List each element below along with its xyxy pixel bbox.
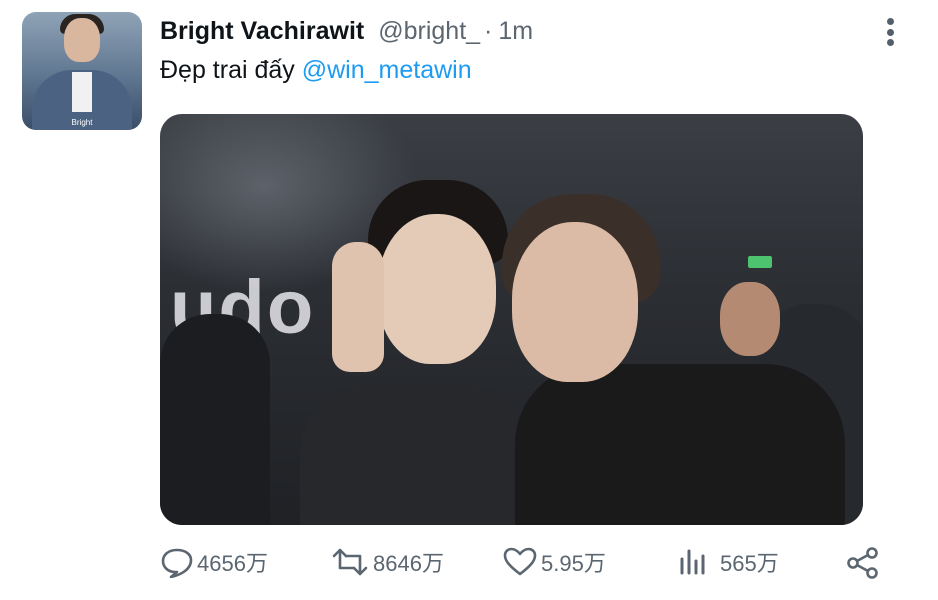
reply-button[interactable]: 4656万: [160, 546, 268, 578]
reply-count: 4656万: [197, 551, 268, 576]
author-avatar[interactable]: Bright: [22, 12, 142, 130]
tweet-photo[interactable]: udo: [160, 114, 863, 525]
author-handle[interactable]: @bright_: [378, 17, 480, 46]
exit-sign: [748, 256, 772, 268]
views-button[interactable]: 565万: [678, 546, 779, 578]
avatar-head: [64, 18, 100, 62]
like-count: 5.95万: [541, 551, 606, 576]
menu-dot: [886, 18, 894, 25]
heart-icon: [502, 546, 538, 578]
tweet-header: Bright Vachirawit @bright_ · 1m: [160, 17, 533, 47]
mention-link[interactable]: @win_metawin: [302, 56, 472, 84]
person-left-face: [378, 214, 496, 364]
person-left-body: [300, 384, 530, 525]
person-right-body: [515, 364, 845, 525]
like-button[interactable]: 5.95万: [502, 546, 606, 578]
avatar-shirt: [72, 72, 92, 112]
tweet-text: Đẹp trai đấy @win_metawin: [160, 56, 472, 85]
menu-dot: [886, 39, 894, 46]
reply-icon: [160, 546, 194, 578]
retweet-button[interactable]: 8646万: [330, 546, 444, 578]
separator-dot: ·: [484, 17, 493, 45]
person-right-face: [512, 222, 638, 382]
share-button[interactable]: [846, 546, 880, 580]
tweet-text-body: Đẹp trai đấy: [160, 56, 302, 84]
views-count: 565万: [720, 551, 779, 576]
peace-sign-hand: [332, 242, 384, 372]
tweet-time[interactable]: 1m: [498, 17, 533, 46]
tweet-actions: 4656万 8646万 5.95万 565万: [160, 540, 890, 586]
author-name[interactable]: Bright Vachirawit: [160, 17, 364, 46]
retweet-icon: [330, 546, 370, 578]
menu-dot: [886, 28, 894, 36]
background-person-face: [720, 282, 780, 356]
share-icon: [846, 546, 880, 580]
background-person-left: [160, 314, 270, 525]
avatar-caption: Bright: [71, 118, 93, 127]
retweet-count: 8646万: [373, 551, 444, 576]
more-vertical-icon[interactable]: [876, 14, 904, 50]
views-icon: [678, 547, 708, 577]
